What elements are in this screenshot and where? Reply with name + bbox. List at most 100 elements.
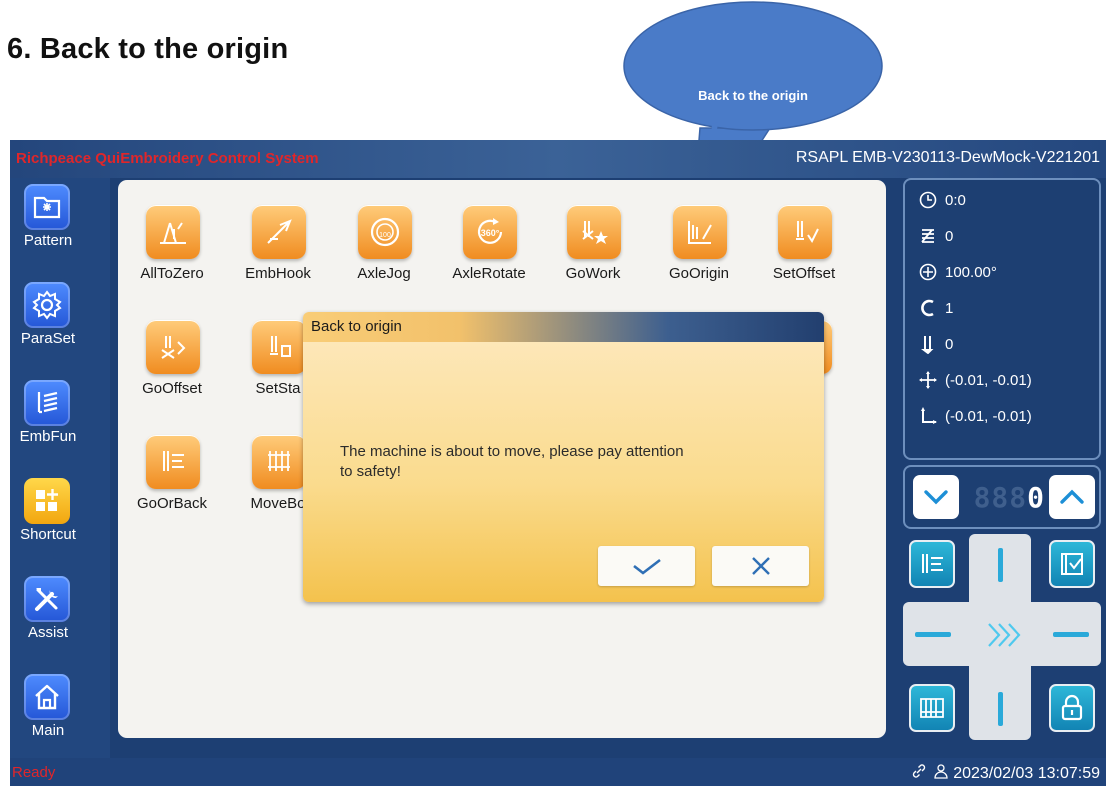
func-label: GoWork [565, 265, 621, 282]
origin-axis-icon [917, 406, 939, 426]
folder-icon [24, 184, 70, 230]
func-axlejog[interactable]: 100 AxleJog [339, 205, 429, 301]
home-icon [24, 674, 70, 720]
sidebar-item-main[interactable]: Main [10, 672, 106, 768]
func-label: GoOrBack [136, 495, 208, 512]
document-heading: 6. Back to the origin [7, 33, 289, 65]
move-border-icon [252, 435, 306, 489]
dpad-down-button[interactable] [998, 692, 1003, 726]
info-position-value: (-0.01, -0.01) [945, 371, 1032, 389]
chevron-up-icon [1060, 489, 1084, 504]
lock-icon [1061, 694, 1083, 721]
go-or-back-button[interactable] [909, 540, 955, 588]
check-icon [632, 558, 661, 575]
func-setoffset[interactable]: SetOffset [759, 205, 849, 301]
lock-button[interactable] [1049, 684, 1095, 732]
move-border-icon [920, 698, 944, 718]
func-label: GoOrigin [668, 265, 730, 282]
info-needle: 0 [917, 332, 953, 356]
counter-down-button[interactable] [913, 475, 959, 519]
cancel-button[interactable] [712, 546, 809, 586]
status-right: 2023/02/03 13:07:59 [911, 763, 1100, 784]
func-axlerotate[interactable]: 360° AxleRotate [444, 205, 534, 301]
gear-icon [24, 282, 70, 328]
counter-ghost-digits: 888 [973, 481, 1028, 514]
all-to-zero-icon [146, 205, 200, 259]
counter-panel: 8880 [903, 465, 1101, 529]
sidebar-item-label: Assist [27, 624, 68, 641]
counter-value: 0 [1027, 481, 1045, 514]
sidebar-item-embfun[interactable]: EmbFun [10, 378, 106, 474]
title-bar: Richpeace QuiEmbroidery Control System R… [10, 140, 1106, 178]
dpad-up-button[interactable] [998, 548, 1003, 582]
info-panel: 0:0 0 100.00° 1 0 (-0.01, -0.01) (-0.01,… [903, 178, 1101, 460]
set-start-icon [252, 320, 306, 374]
func-label: AxleRotate [452, 265, 526, 282]
func-label: SetOffset [772, 265, 836, 282]
sidebar-item-pattern[interactable]: Pattern [10, 182, 106, 278]
go-offset-icon [146, 320, 200, 374]
dialog-title-bar: Back to origin [303, 312, 824, 342]
info-c: 1 [917, 296, 953, 320]
func-label: EmbHook [245, 265, 311, 282]
info-origin: (-0.01, -0.01) [917, 404, 1032, 428]
user-icon [933, 763, 949, 784]
crosshair-circle-icon [917, 262, 939, 282]
sidebar-item-shortcut[interactable]: Shortcut [10, 476, 106, 572]
func-alltozero[interactable]: AllToZero [127, 205, 217, 301]
func-gowork[interactable]: GoWork [548, 205, 638, 301]
info-layers: 0 [917, 224, 953, 248]
svg-text:360°: 360° [481, 228, 500, 238]
info-angle-value: 100.00° [945, 263, 997, 281]
sidebar-item-label: ParaSet [20, 330, 76, 347]
func-goorback[interactable]: GoOrBack [127, 435, 217, 531]
func-gooffset[interactable]: GoOffset [127, 320, 217, 416]
func-goorigin[interactable]: GoOrigin [654, 205, 744, 301]
func-embhook[interactable]: EmbHook [233, 205, 323, 301]
needle-icon [917, 334, 939, 354]
sidebar-item-label: Shortcut [20, 526, 76, 543]
status-text: Ready [12, 764, 56, 781]
counter-display: 8880 [961, 481, 1045, 514]
frame-check-button[interactable] [1049, 540, 1095, 588]
close-icon [751, 557, 770, 575]
app-title: Richpeace QuiEmbroidery Control System [16, 150, 319, 167]
move-cross-icon [917, 370, 939, 390]
move-border-button[interactable] [909, 684, 955, 732]
speed-arrows-icon[interactable] [983, 620, 1023, 650]
version-label: RSAPL EMB-V230113-DewMock-V221201 [795, 149, 1100, 166]
emb-hook-icon [252, 205, 306, 259]
dialog-title: Back to origin [311, 318, 402, 335]
dialog-message: The machine is about to move, please pay… [340, 443, 684, 480]
go-or-back-icon [922, 554, 943, 573]
sidebar-item-label: EmbFun [19, 428, 77, 445]
go-origin-icon [673, 205, 727, 259]
link-icon [911, 763, 927, 784]
c-letter-icon [917, 298, 939, 318]
tools-icon [24, 576, 70, 622]
info-c-value: 1 [945, 299, 954, 317]
go-or-back-icon [146, 435, 200, 489]
dpad-right-button[interactable] [1053, 632, 1089, 637]
sidebar: Pattern ParaSet EmbFun Shortcut Assist M… [10, 178, 110, 758]
back-to-origin-dialog: Back to origin The machine is about to m… [303, 312, 824, 602]
confirm-button[interactable] [598, 546, 695, 586]
shortcut-grid-icon [24, 478, 70, 524]
callout-text: Back to the origin [698, 88, 808, 103]
dialog-body: The machine is about to move, please pay… [303, 342, 824, 602]
info-angle: 100.00° [917, 260, 997, 284]
sidebar-item-paraset[interactable]: ParaSet [10, 280, 106, 376]
sidebar-item-assist[interactable]: Assist [10, 574, 106, 670]
go-work-icon [567, 205, 621, 259]
status-bar: Ready 2023/02/03 13:07:59 [10, 758, 1106, 786]
needle-layers-icon [24, 380, 70, 426]
axle-rotate-icon: 360° [463, 205, 517, 259]
set-offset-icon [778, 205, 832, 259]
info-time: 0:0 [917, 188, 966, 212]
dpad-left-button[interactable] [915, 632, 951, 637]
info-time-value: 0:0 [945, 191, 966, 209]
func-label: GoOffset [142, 380, 202, 397]
func-label: AxleJog [357, 265, 411, 282]
counter-up-button[interactable] [1049, 475, 1095, 519]
layers-icon [917, 226, 939, 246]
